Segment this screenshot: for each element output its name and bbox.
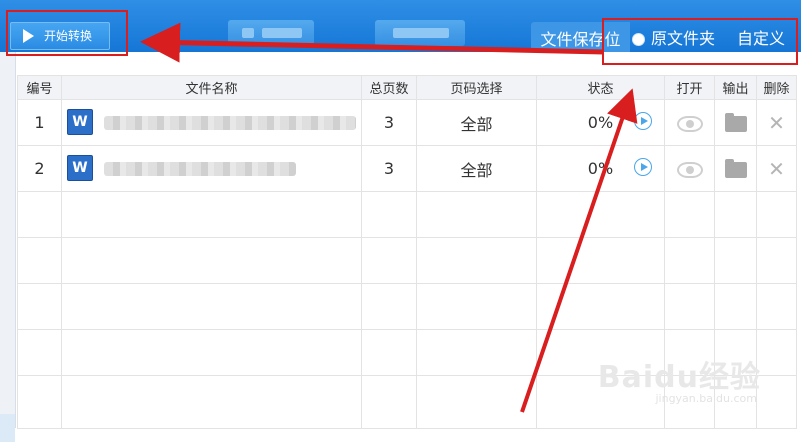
arrow-to-start-button: [140, 22, 605, 63]
annotation-arrows: [140, 22, 638, 413]
arrow-to-save-location: [520, 88, 638, 413]
